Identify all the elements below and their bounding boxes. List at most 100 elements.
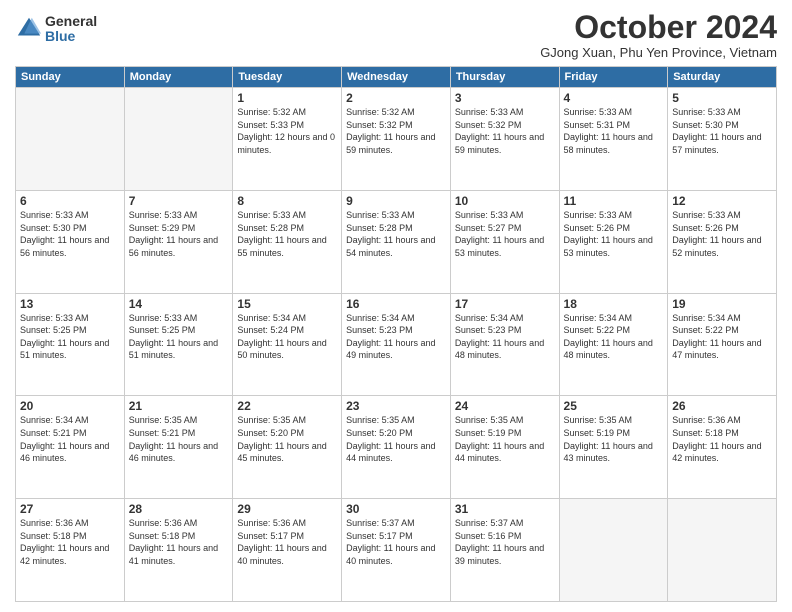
logo-icon [15,15,43,43]
day-info: Sunrise: 5:35 AM Sunset: 5:19 PM Dayligh… [564,414,664,464]
calendar-cell: 14Sunrise: 5:33 AM Sunset: 5:25 PM Dayli… [124,293,233,396]
day-info: Sunrise: 5:34 AM Sunset: 5:23 PM Dayligh… [346,312,446,362]
day-number: 23 [346,399,446,413]
day-info: Sunrise: 5:33 AM Sunset: 5:25 PM Dayligh… [129,312,229,362]
calendar-cell: 3Sunrise: 5:33 AM Sunset: 5:32 PM Daylig… [450,88,559,191]
day-number: 28 [129,502,229,516]
day-info: Sunrise: 5:36 AM Sunset: 5:18 PM Dayligh… [129,517,229,567]
day-number: 15 [237,297,337,311]
header: General Blue October 2024 GJong Xuan, Ph… [15,10,777,60]
header-saturday: Saturday [668,67,777,88]
day-number: 30 [346,502,446,516]
main-title: October 2024 [540,10,777,45]
calendar-cell: 10Sunrise: 5:33 AM Sunset: 5:27 PM Dayli… [450,190,559,293]
day-info: Sunrise: 5:33 AM Sunset: 5:29 PM Dayligh… [129,209,229,259]
day-number: 22 [237,399,337,413]
calendar-cell: 11Sunrise: 5:33 AM Sunset: 5:26 PM Dayli… [559,190,668,293]
day-number: 13 [20,297,120,311]
calendar-cell: 31Sunrise: 5:37 AM Sunset: 5:16 PM Dayli… [450,499,559,602]
calendar-cell: 22Sunrise: 5:35 AM Sunset: 5:20 PM Dayli… [233,396,342,499]
calendar-cell: 23Sunrise: 5:35 AM Sunset: 5:20 PM Dayli… [342,396,451,499]
calendar-cell [124,88,233,191]
day-number: 25 [564,399,664,413]
calendar-cell: 20Sunrise: 5:34 AM Sunset: 5:21 PM Dayli… [16,396,125,499]
calendar-week-2: 13Sunrise: 5:33 AM Sunset: 5:25 PM Dayli… [16,293,777,396]
subtitle: GJong Xuan, Phu Yen Province, Vietnam [540,45,777,60]
logo-general-text: General [45,14,97,29]
day-info: Sunrise: 5:32 AM Sunset: 5:32 PM Dayligh… [346,106,446,156]
day-info: Sunrise: 5:36 AM Sunset: 5:17 PM Dayligh… [237,517,337,567]
calendar-week-1: 6Sunrise: 5:33 AM Sunset: 5:30 PM Daylig… [16,190,777,293]
calendar-table: Sunday Monday Tuesday Wednesday Thursday… [15,66,777,602]
calendar-cell: 9Sunrise: 5:33 AM Sunset: 5:28 PM Daylig… [342,190,451,293]
calendar-cell [668,499,777,602]
day-info: Sunrise: 5:33 AM Sunset: 5:30 PM Dayligh… [672,106,772,156]
day-info: Sunrise: 5:34 AM Sunset: 5:23 PM Dayligh… [455,312,555,362]
day-number: 27 [20,502,120,516]
logo-blue-text: Blue [45,29,97,44]
day-number: 18 [564,297,664,311]
calendar-cell [16,88,125,191]
calendar-cell: 25Sunrise: 5:35 AM Sunset: 5:19 PM Dayli… [559,396,668,499]
header-friday: Friday [559,67,668,88]
calendar-cell: 12Sunrise: 5:33 AM Sunset: 5:26 PM Dayli… [668,190,777,293]
day-number: 16 [346,297,446,311]
day-number: 14 [129,297,229,311]
calendar-cell: 16Sunrise: 5:34 AM Sunset: 5:23 PM Dayli… [342,293,451,396]
calendar-cell: 30Sunrise: 5:37 AM Sunset: 5:17 PM Dayli… [342,499,451,602]
day-info: Sunrise: 5:36 AM Sunset: 5:18 PM Dayligh… [672,414,772,464]
day-number: 5 [672,91,772,105]
day-info: Sunrise: 5:35 AM Sunset: 5:20 PM Dayligh… [237,414,337,464]
day-info: Sunrise: 5:33 AM Sunset: 5:28 PM Dayligh… [346,209,446,259]
calendar-week-4: 27Sunrise: 5:36 AM Sunset: 5:18 PM Dayli… [16,499,777,602]
day-info: Sunrise: 5:33 AM Sunset: 5:31 PM Dayligh… [564,106,664,156]
day-info: Sunrise: 5:34 AM Sunset: 5:22 PM Dayligh… [672,312,772,362]
day-info: Sunrise: 5:33 AM Sunset: 5:27 PM Dayligh… [455,209,555,259]
day-info: Sunrise: 5:33 AM Sunset: 5:28 PM Dayligh… [237,209,337,259]
day-info: Sunrise: 5:33 AM Sunset: 5:26 PM Dayligh… [672,209,772,259]
day-number: 9 [346,194,446,208]
day-info: Sunrise: 5:35 AM Sunset: 5:20 PM Dayligh… [346,414,446,464]
calendar-cell: 24Sunrise: 5:35 AM Sunset: 5:19 PM Dayli… [450,396,559,499]
calendar-cell: 27Sunrise: 5:36 AM Sunset: 5:18 PM Dayli… [16,499,125,602]
calendar-week-3: 20Sunrise: 5:34 AM Sunset: 5:21 PM Dayli… [16,396,777,499]
day-info: Sunrise: 5:33 AM Sunset: 5:25 PM Dayligh… [20,312,120,362]
day-number: 29 [237,502,337,516]
logo: General Blue [15,14,97,45]
day-info: Sunrise: 5:34 AM Sunset: 5:21 PM Dayligh… [20,414,120,464]
day-info: Sunrise: 5:36 AM Sunset: 5:18 PM Dayligh… [20,517,120,567]
day-info: Sunrise: 5:35 AM Sunset: 5:19 PM Dayligh… [455,414,555,464]
calendar-cell: 17Sunrise: 5:34 AM Sunset: 5:23 PM Dayli… [450,293,559,396]
day-number: 31 [455,502,555,516]
day-info: Sunrise: 5:33 AM Sunset: 5:30 PM Dayligh… [20,209,120,259]
day-number: 8 [237,194,337,208]
day-info: Sunrise: 5:37 AM Sunset: 5:16 PM Dayligh… [455,517,555,567]
page: General Blue October 2024 GJong Xuan, Ph… [0,0,792,612]
calendar-cell: 15Sunrise: 5:34 AM Sunset: 5:24 PM Dayli… [233,293,342,396]
calendar-header-row: Sunday Monday Tuesday Wednesday Thursday… [16,67,777,88]
calendar-cell: 28Sunrise: 5:36 AM Sunset: 5:18 PM Dayli… [124,499,233,602]
header-thursday: Thursday [450,67,559,88]
day-number: 17 [455,297,555,311]
day-number: 24 [455,399,555,413]
day-number: 11 [564,194,664,208]
day-info: Sunrise: 5:33 AM Sunset: 5:32 PM Dayligh… [455,106,555,156]
day-number: 4 [564,91,664,105]
day-number: 6 [20,194,120,208]
header-monday: Monday [124,67,233,88]
day-number: 20 [20,399,120,413]
calendar-cell: 4Sunrise: 5:33 AM Sunset: 5:31 PM Daylig… [559,88,668,191]
day-number: 26 [672,399,772,413]
day-number: 3 [455,91,555,105]
calendar-cell: 13Sunrise: 5:33 AM Sunset: 5:25 PM Dayli… [16,293,125,396]
calendar-cell: 21Sunrise: 5:35 AM Sunset: 5:21 PM Dayli… [124,396,233,499]
day-info: Sunrise: 5:37 AM Sunset: 5:17 PM Dayligh… [346,517,446,567]
calendar-cell [559,499,668,602]
calendar-cell: 2Sunrise: 5:32 AM Sunset: 5:32 PM Daylig… [342,88,451,191]
calendar-cell: 29Sunrise: 5:36 AM Sunset: 5:17 PM Dayli… [233,499,342,602]
calendar-cell: 6Sunrise: 5:33 AM Sunset: 5:30 PM Daylig… [16,190,125,293]
calendar-cell: 5Sunrise: 5:33 AM Sunset: 5:30 PM Daylig… [668,88,777,191]
calendar-cell: 1Sunrise: 5:32 AM Sunset: 5:33 PM Daylig… [233,88,342,191]
day-number: 19 [672,297,772,311]
header-wednesday: Wednesday [342,67,451,88]
